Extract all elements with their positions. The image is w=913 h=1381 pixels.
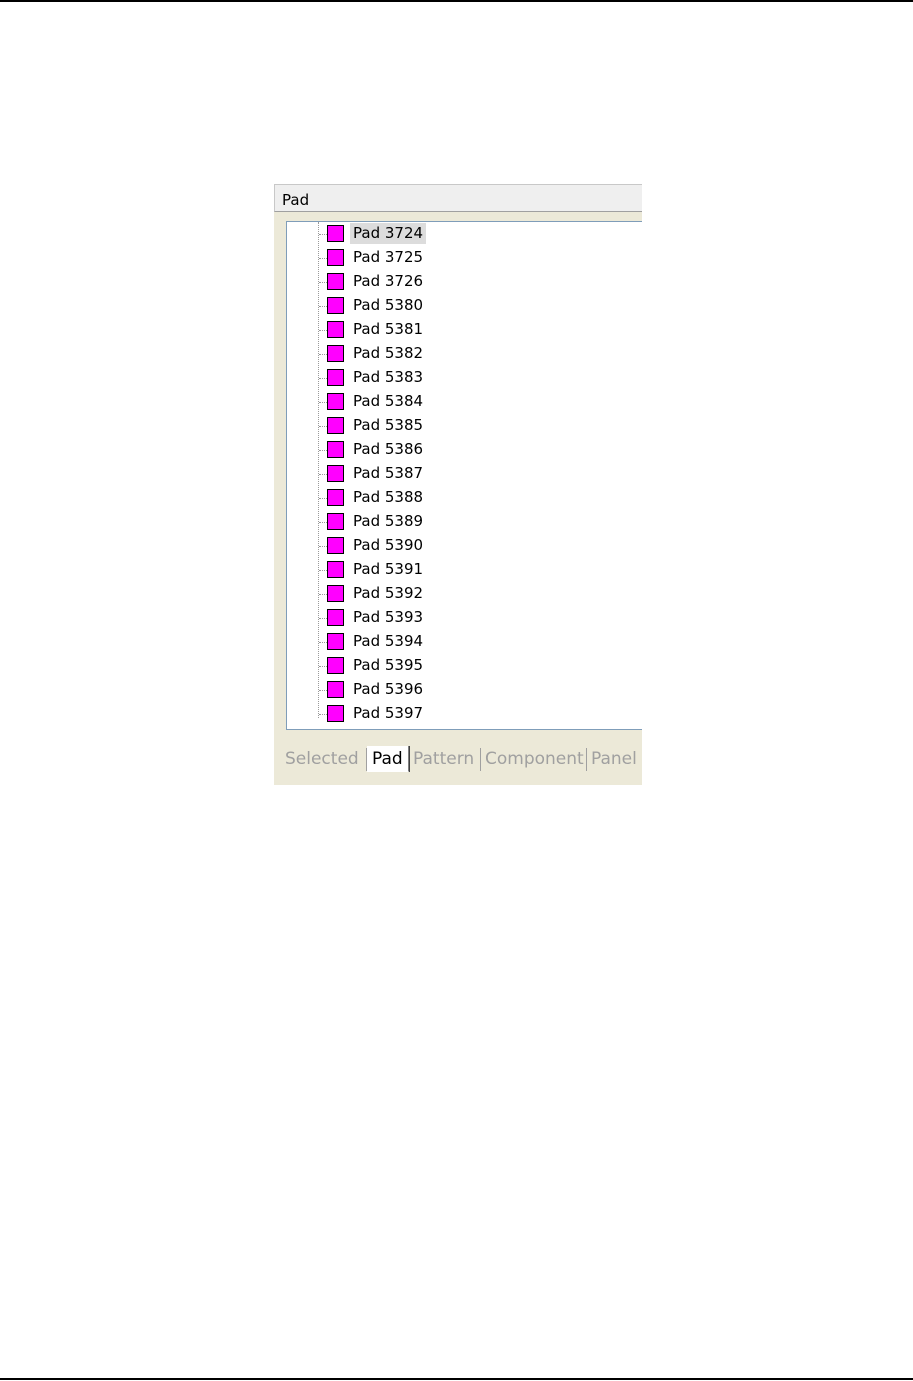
tree-item[interactable]: Pad 5388	[287, 486, 642, 510]
tree-item-label: Pad 5394	[353, 632, 424, 650]
tree-item[interactable]: Pad 5397	[287, 702, 642, 726]
pad-square-icon	[327, 417, 344, 434]
panel-title: Pad	[282, 191, 310, 209]
tree-item-label: Pad 3725	[353, 248, 424, 266]
pad-square-icon	[327, 321, 344, 338]
tree-item[interactable]: Pad 5392	[287, 582, 642, 606]
tab-component[interactable]: Component	[481, 748, 587, 771]
pad-square-icon	[327, 489, 344, 506]
pad-square-icon	[327, 705, 344, 722]
pad-square-icon	[327, 513, 344, 530]
tree-item-label: Pad 5396	[353, 680, 424, 698]
tree-item[interactable]: Pad 5380	[287, 294, 642, 318]
panel-header: Pad	[274, 184, 642, 212]
tab-pattern[interactable]: Pattern	[409, 748, 481, 771]
tree-item-label: Pad 5390	[353, 536, 424, 554]
tree-item[interactable]: Pad 5386	[287, 438, 642, 462]
tree-item[interactable]: Pad 5383	[287, 366, 642, 390]
tree-item[interactable]: Pad 3724	[287, 222, 642, 246]
pad-square-icon	[327, 393, 344, 410]
pad-square-icon	[327, 585, 344, 602]
tree-item-label: Pad 5382	[353, 344, 424, 362]
tree-item-label: Pad 5389	[353, 512, 424, 530]
pad-square-icon	[327, 345, 344, 362]
tree-item-label: Pad 5386	[353, 440, 424, 458]
tree-item[interactable]: Pad 5387	[287, 462, 642, 486]
tree-item-label: Pad 5384	[353, 392, 424, 410]
tree-item[interactable]: Pad 3725	[287, 246, 642, 270]
tree-item-label: Pad 5383	[353, 368, 424, 386]
tree-item-label: Pad 5387	[353, 464, 424, 482]
pad-square-icon	[327, 441, 344, 458]
tree-item[interactable]: Pad 5395	[287, 654, 642, 678]
panel-tab-strip: Selected Pad Pattern Component Panel	[281, 746, 642, 773]
pad-square-icon	[327, 273, 344, 290]
tree-item-label: Pad 5380	[353, 296, 424, 314]
tree-item[interactable]: Pad 5385	[287, 414, 642, 438]
pad-square-icon	[327, 561, 344, 578]
tree-item[interactable]: Pad 5384	[287, 390, 642, 414]
page-bottom-rule	[0, 1378, 913, 1380]
pad-square-icon	[327, 225, 344, 242]
pad-square-icon	[327, 249, 344, 266]
tree-item[interactable]: Pad 5381	[287, 318, 642, 342]
tree-item[interactable]: Pad 5393	[287, 606, 642, 630]
pad-square-icon	[327, 657, 344, 674]
tree-item-label: Pad 5388	[353, 488, 424, 506]
tab-pad[interactable]: Pad	[367, 746, 409, 772]
pad-square-icon	[327, 537, 344, 554]
pad-tree[interactable]: Pad 3724 Pad 3725 Pad 3726 Pad 5380 Pad 5381…	[286, 221, 642, 730]
pad-square-icon	[327, 609, 344, 626]
tree-item-label: Pad 3726	[353, 272, 424, 290]
tree-item-label: Pad 5397	[353, 704, 424, 722]
tree-item[interactable]: Pad 5382	[287, 342, 642, 366]
tree-item[interactable]: Pad 3726	[287, 270, 642, 294]
pad-square-icon	[327, 297, 344, 314]
tree-item[interactable]: Pad 5391	[287, 558, 642, 582]
tab-selected[interactable]: Selected	[281, 748, 367, 771]
tab-panel[interactable]: Panel	[587, 748, 642, 771]
tree-item[interactable]: Pad 5389	[287, 510, 642, 534]
tree-item[interactable]: Pad 5390	[287, 534, 642, 558]
tree-item-label: Pad 5392	[353, 584, 424, 602]
tree-item-label: Pad 5393	[353, 608, 424, 626]
pad-panel: Pad Pad 3724 Pad 3725 Pad 3726 Pad 5380 Pad …	[274, 184, 642, 785]
page-top-rule	[0, 0, 913, 2]
tree-item[interactable]: Pad 5394	[287, 630, 642, 654]
tree-item[interactable]: Pad 5396	[287, 678, 642, 702]
pad-square-icon	[327, 633, 344, 650]
pad-square-icon	[327, 465, 344, 482]
tree-item-label: Pad 5391	[353, 560, 424, 578]
tree-item-label: Pad 5381	[353, 320, 424, 338]
tree-item-label: Pad 3724	[350, 223, 427, 244]
pad-square-icon	[327, 681, 344, 698]
tree-item-label: Pad 5385	[353, 416, 424, 434]
pad-square-icon	[327, 369, 344, 386]
tree-item-label: Pad 5395	[353, 656, 424, 674]
